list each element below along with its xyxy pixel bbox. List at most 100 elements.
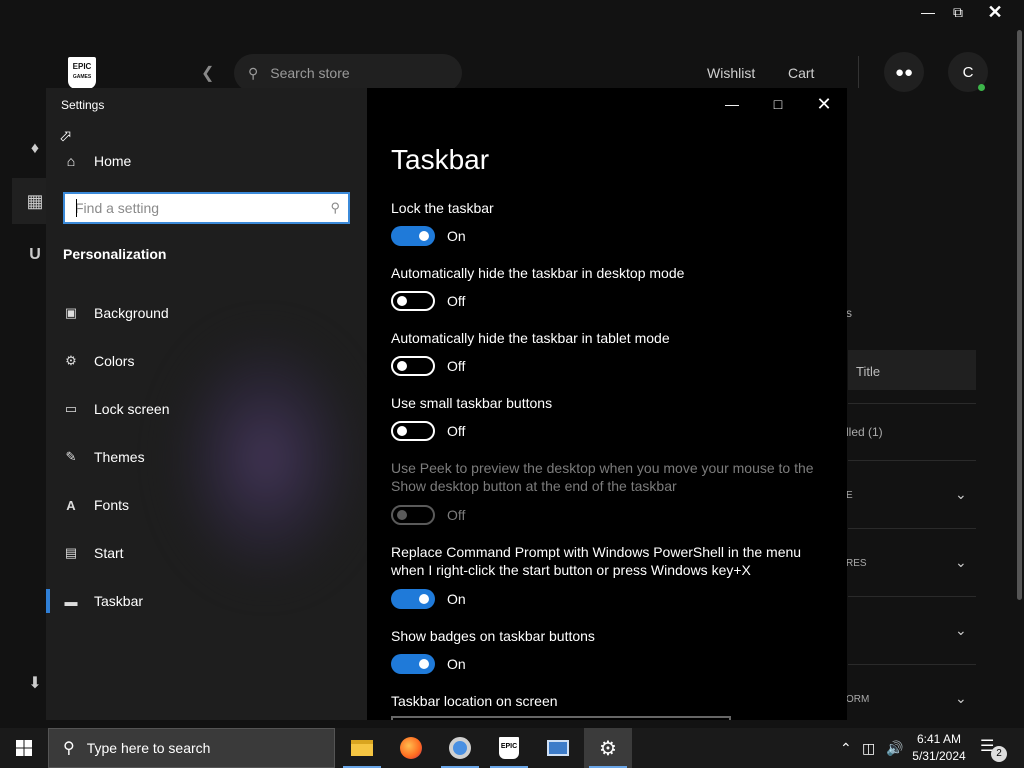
epic-games-icon[interactable]: EPIC: [485, 728, 533, 768]
toggle-badges[interactable]: On: [391, 654, 466, 674]
back-arrow-icon[interactable]: ❮: [201, 63, 214, 83]
settings-sidebar: Settings ⬀ ⌂ Home ⚲ Personalization ▣ Ba…: [46, 88, 367, 720]
setting-label-hide-desktop: Automatically hide the taskbar in deskto…: [391, 265, 685, 281]
close-button[interactable]: ✕: [801, 92, 847, 116]
chevron-down-icon[interactable]: ⌄: [955, 554, 967, 571]
firefox-icon[interactable]: [387, 728, 435, 768]
nav-item-fonts[interactable]: A Fonts: [46, 485, 367, 525]
toggle-small-buttons[interactable]: Off: [391, 421, 465, 441]
nav-item-colors[interactable]: ⚙ Colors: [46, 341, 367, 381]
toggle-lock-taskbar[interactable]: On: [391, 226, 466, 246]
unreal-icon[interactable]: U: [22, 242, 48, 268]
monitor-shape: [547, 740, 569, 756]
windows-taskbar: ⚲ Type here to search EPIC ⚙ ⌃ ◫ 🔊 6:41 …: [0, 728, 1024, 768]
toggle-powershell[interactable]: On: [391, 589, 466, 609]
chrome-shape: [449, 737, 471, 759]
minimize-button[interactable]: —: [709, 92, 755, 116]
title-header[interactable]: Title: [848, 350, 976, 390]
firefox-shape: [400, 737, 422, 759]
chrome-icon[interactable]: [436, 728, 484, 768]
toggle-hide-tablet[interactable]: Off: [391, 356, 465, 376]
nav-label: Lock screen: [94, 401, 170, 417]
download-icon[interactable]: ⬇: [22, 670, 48, 696]
taskbar-search-text: Type here to search: [86, 740, 211, 756]
toggle-switch[interactable]: [391, 291, 435, 311]
nav-label: Themes: [94, 449, 145, 465]
epic-logo[interactable]: EPIC GAMES: [68, 57, 96, 89]
title-header-label: Title: [856, 364, 881, 379]
epic-search-placeholder: Search store: [270, 65, 350, 81]
home-label: Home: [94, 153, 132, 169]
toggle-switch[interactable]: [391, 589, 435, 609]
image-icon: ▣: [64, 305, 78, 320]
nav-item-start[interactable]: ▤ Start: [46, 533, 367, 573]
palette-icon: ⚙: [65, 353, 77, 368]
toggle-switch[interactable]: [391, 421, 435, 441]
search-icon[interactable]: ⚲: [330, 200, 340, 216]
remote-desktop-icon[interactable]: [534, 728, 582, 768]
wishlist-link[interactable]: Wishlist: [707, 65, 755, 81]
home-nav-item[interactable]: ⌂ Home: [64, 153, 132, 169]
search-icon: ⚲: [63, 740, 75, 757]
maximize-button[interactable]: □: [755, 92, 801, 116]
toggle-hide-desktop[interactable]: Off: [391, 291, 465, 311]
network-icon[interactable]: ◫: [862, 728, 875, 768]
epic-search-bar[interactable]: ⚲ Search store: [234, 54, 462, 92]
chevron-down-icon[interactable]: ⌄: [955, 622, 967, 639]
divider: [848, 528, 976, 529]
folder-shape: [351, 740, 373, 756]
toggle-switch[interactable]: [391, 654, 435, 674]
setting-label-lock-taskbar: Lock the taskbar: [391, 200, 494, 216]
filter-fragment-text: ORM: [846, 694, 870, 705]
app-title: Settings: [61, 98, 105, 112]
cart-link[interactable]: Cart: [788, 65, 814, 81]
search-icon: ⚲: [248, 64, 259, 81]
nav-label: Background: [94, 305, 169, 321]
toggle-switch[interactable]: [391, 226, 435, 246]
toggle-peek: Off: [391, 505, 465, 525]
divider: [848, 664, 976, 665]
filter-fragment-text: E: [846, 490, 853, 501]
fonts-icon: A: [66, 497, 76, 513]
text-caret: [76, 199, 77, 217]
mouse-cursor-icon: ⬀: [59, 128, 73, 145]
clock-date: 5/31/2024: [912, 749, 966, 763]
toggle-state: Off: [447, 358, 466, 374]
nav-item-taskbar[interactable]: ▬ Taskbar: [46, 581, 367, 621]
epic-scrollbar[interactable]: [1017, 30, 1022, 600]
epic-restore-button[interactable]: ⧉: [940, 0, 976, 24]
nav-label: Colors: [94, 353, 135, 369]
tag-icon[interactable]: ♦: [22, 136, 48, 162]
nav-item-background[interactable]: ▣ Background: [46, 293, 367, 333]
volume-icon[interactable]: 🔊: [886, 728, 903, 768]
epic-logo-text: EPIC: [72, 62, 92, 71]
system-clock[interactable]: 6:41 AM 5/31/2024: [906, 731, 972, 765]
chevron-down-icon[interactable]: ⌄: [955, 486, 967, 503]
chevron-down-icon[interactable]: ⌄: [955, 690, 967, 707]
themes-icon: ✎: [65, 449, 77, 464]
section-heading: Personalization: [63, 246, 167, 262]
location-dropdown[interactable]: [391, 716, 731, 720]
toggle-state: Off: [447, 293, 466, 309]
epic-close-button[interactable]: ✕: [977, 0, 1013, 24]
grid-icon[interactable]: ▦: [22, 188, 48, 214]
online-status-dot: [978, 84, 985, 91]
friends-icon[interactable]: ●●: [884, 52, 924, 92]
nav-item-themes[interactable]: ✎ Themes: [46, 437, 367, 477]
nav-label: Start: [94, 545, 124, 561]
toggle-switch: [391, 505, 435, 525]
find-setting-input[interactable]: [75, 200, 315, 216]
installed-filter-text[interactable]: lled (1): [846, 425, 883, 439]
settings-app-icon[interactable]: ⚙: [584, 728, 632, 768]
divider: [848, 460, 976, 461]
toggle-switch[interactable]: [391, 356, 435, 376]
nav-item-lock-screen[interactable]: ▭ Lock screen: [46, 389, 367, 429]
show-hidden-icons-button[interactable]: ⌃: [840, 728, 852, 768]
find-setting-box[interactable]: ⚲: [63, 192, 350, 224]
setting-label-badges: Show badges on taskbar buttons: [391, 628, 595, 644]
page-title: Taskbar: [391, 144, 490, 175]
file-explorer-icon[interactable]: [338, 728, 386, 768]
taskbar-search-box[interactable]: ⚲ Type here to search: [48, 728, 335, 768]
start-button[interactable]: [0, 728, 48, 768]
nav-label: Taskbar: [94, 593, 144, 609]
